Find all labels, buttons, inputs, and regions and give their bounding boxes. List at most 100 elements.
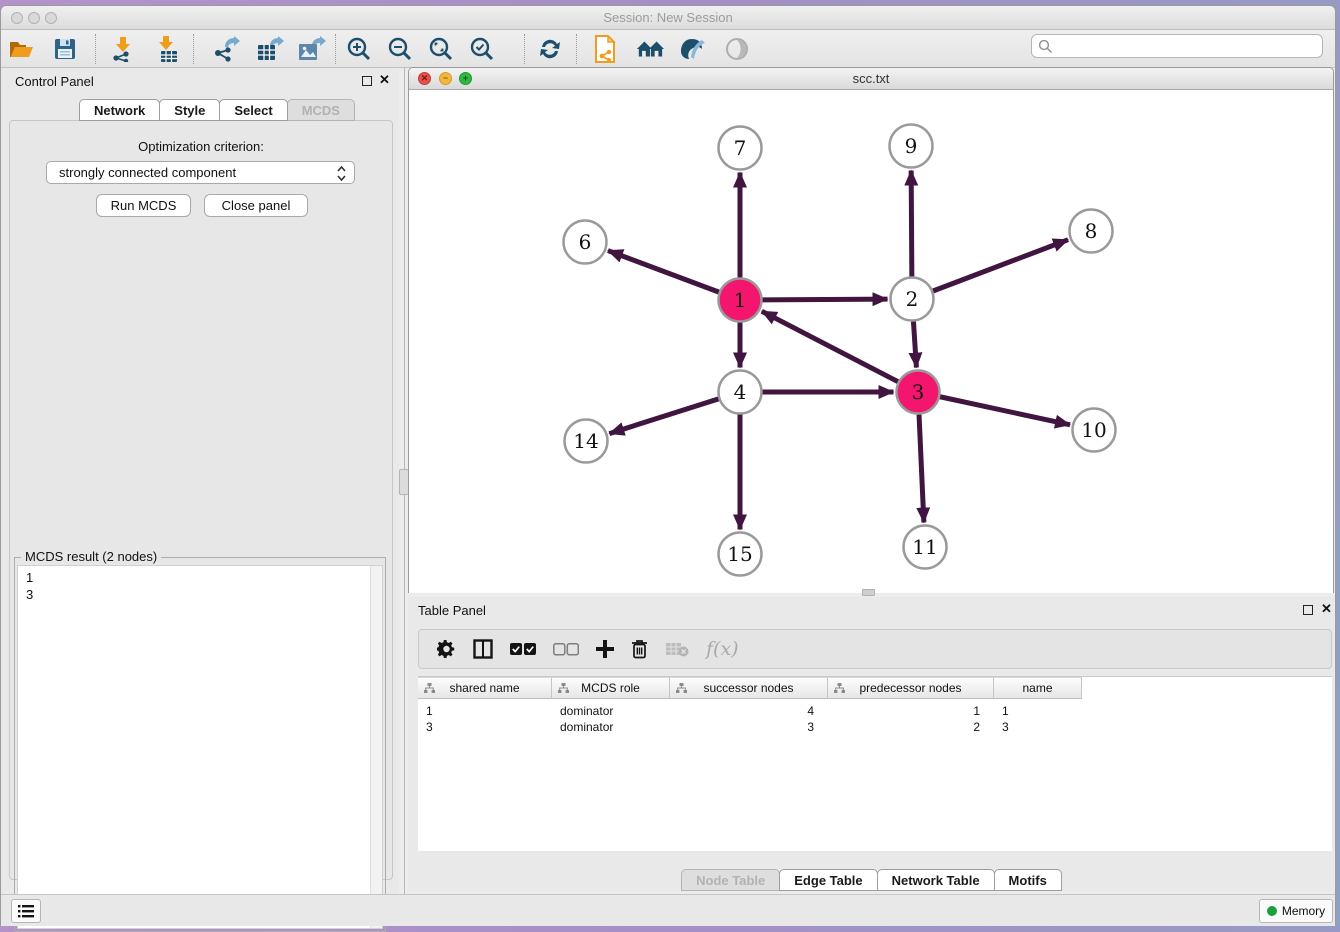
export-network-icon [213,36,240,62]
cell-mcds-role[interactable]: dominator [552,717,670,737]
tab-edge-table[interactable]: Edge Table [779,869,877,891]
tab-node-table[interactable]: Node Table [681,869,780,891]
toolbar-separator [524,34,525,64]
deselect-all-columns-button[interactable] [553,643,579,656]
window-title: Session: New Session [1,10,1335,25]
close-table-panel-icon[interactable]: ✕ [1321,602,1332,616]
zoom-selected-button[interactable] [468,35,496,63]
sitemap-icon [834,683,845,694]
mcds-result-title: MCDS result (2 nodes) [21,549,161,564]
graph-edge-2-8[interactable] [933,240,1068,291]
tab-network[interactable]: Network [79,99,160,121]
tab-motifs[interactable]: Motifs [994,869,1062,891]
cell-name[interactable]: 3 [994,717,1082,737]
cell-shared-name[interactable]: 3 [418,717,552,737]
zoom-fit-button[interactable] [427,35,455,63]
graph-edge-1-2[interactable] [762,299,887,300]
application-window: Session: New Session [0,5,1336,925]
style-brush-icon [680,37,706,61]
result-scrollbar[interactable] [370,566,382,928]
export-network-button[interactable] [212,35,240,63]
column-header-mcds-role[interactable]: MCDS role [552,677,670,699]
delete-table-button[interactable] [665,641,689,657]
chevron-up-down-icon [337,165,346,182]
memory-button[interactable]: Memory [1259,899,1333,923]
toolbar-separator [335,34,336,64]
function-builder-button[interactable]: f(x) [706,638,739,660]
document-network-icon [592,35,618,63]
unchecked-boxes-icon [553,643,579,656]
network-window-titlebar[interactable]: ✕ − + scc.txt [409,68,1333,90]
cell-predecessor-nodes[interactable]: 2 [828,717,994,737]
network-graph[interactable]: 7968124314101511 [409,90,1333,593]
sitemap-icon [424,683,435,694]
tab-style[interactable]: Style [159,99,220,121]
column-header-predecessor-nodes[interactable]: predecessor nodes [828,677,994,699]
zoom-out-icon [387,36,413,62]
export-image-button[interactable] [298,35,326,63]
graph-edge-3-11[interactable] [919,414,924,522]
open-session-button[interactable] [7,35,35,63]
float-panel-icon[interactable] [362,76,372,86]
titlebar: Session: New Session [1,6,1335,30]
save-session-button[interactable] [51,35,79,63]
refresh-button[interactable] [536,35,564,63]
cell-successor-nodes[interactable]: 3 [670,717,828,737]
task-history-button[interactable] [11,899,41,923]
tab-mcds[interactable]: MCDS [287,99,355,121]
graph-node-label-11: 11 [912,535,937,559]
table-panel-header: Table Panel ✕ [408,597,1334,623]
zoom-selected-icon [469,36,495,62]
zoom-fit-icon [428,36,454,62]
column-header-name[interactable]: name [994,677,1082,699]
graph-edge-3-1[interactable] [762,311,898,381]
control-panel-header: Control Panel ✕ [1,68,399,94]
zoom-out-button[interactable] [386,35,414,63]
import-table-button[interactable] [152,35,180,63]
show-columns-button[interactable] [473,639,493,659]
run-mcds-button[interactable]: Run MCDS [96,194,191,217]
table-settings-button[interactable] [437,640,456,659]
node-table: shared name MCDS role successor nodes pr… [418,676,1332,851]
close-panel-button[interactable]: Close panel [204,194,308,217]
network-from-document-button[interactable] [591,35,619,63]
close-panel-icon[interactable]: ✕ [379,73,390,87]
toolbar-separator [95,34,96,64]
table-panel: Table Panel ✕ [408,597,1334,891]
export-table-button[interactable] [256,35,284,63]
create-column-button[interactable] [596,640,614,658]
delete-column-button[interactable] [631,639,648,659]
sitemap-icon [558,683,569,694]
graph-node-label-2: 2 [906,287,919,311]
mcds-result-list[interactable]: 1 3 [17,565,383,929]
list-icon [18,905,34,918]
control-panel: Control Panel ✕ Network Style Select MCD… [1,68,399,894]
graph-edge-3-10[interactable] [940,397,1070,425]
select-all-columns-button[interactable] [510,643,536,656]
table-header-row: shared name MCDS role successor nodes pr… [418,677,1082,699]
graph-node-label-1: 1 [734,288,747,312]
gear-icon [437,640,456,659]
graph-edge-1-6[interactable] [608,251,719,293]
tab-network-table[interactable]: Network Table [877,869,995,891]
table-row[interactable]: 3 dominator 3 2 3 [418,717,1082,737]
graph-edge-2-9[interactable] [911,170,912,276]
zoom-in-button[interactable] [345,35,373,63]
network-canvas[interactable]: 7968124314101511 [409,90,1333,593]
float-table-panel-icon[interactable] [1303,605,1313,615]
optimization-criterion-select[interactable]: strongly connected component [46,161,355,184]
home-button[interactable] [636,35,664,63]
search-input[interactable] [1031,34,1323,58]
graph-node-label-7: 7 [734,136,747,160]
column-header-shared-name[interactable]: shared name [418,677,552,699]
network-window-grip[interactable] [862,589,875,596]
graph-edge-4-14[interactable] [609,399,718,434]
hide-details-button[interactable] [723,35,751,63]
control-panel-title: Control Panel [15,74,94,89]
graph-edge-2-3[interactable] [913,321,916,367]
tab-select[interactable]: Select [219,99,287,121]
column-header-successor-nodes[interactable]: successor nodes [670,677,828,699]
import-network-button[interactable] [109,35,137,63]
table-toolbar: f(x) [418,629,1332,669]
apply-style-button[interactable] [679,35,707,63]
